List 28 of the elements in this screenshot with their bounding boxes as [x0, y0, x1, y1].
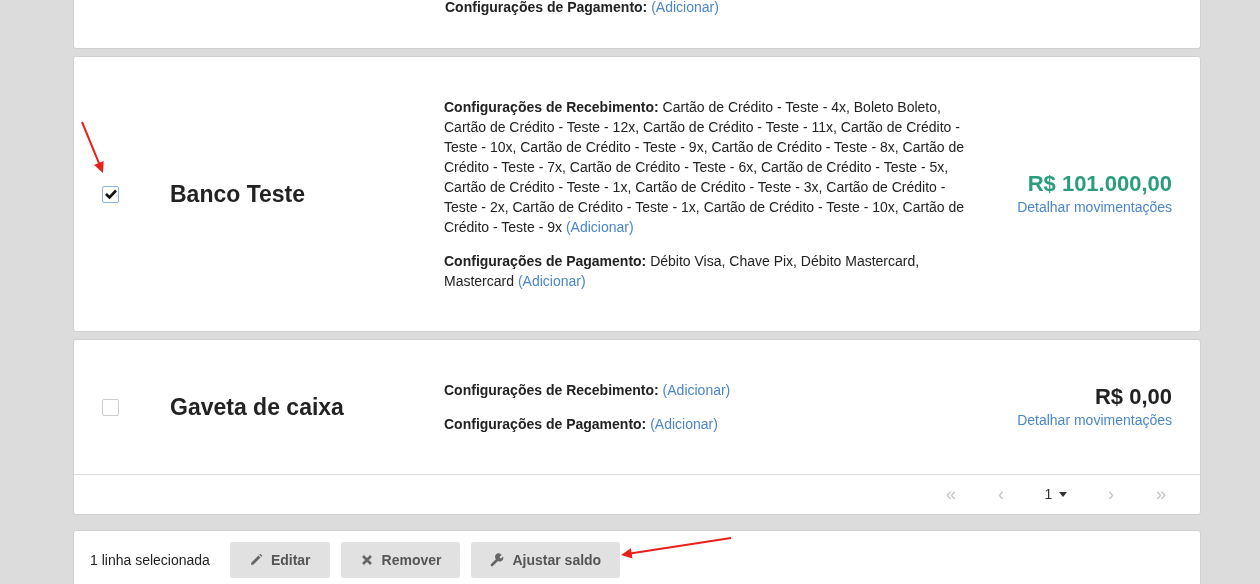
edit-button[interactable]: Editar: [229, 542, 330, 578]
pencil-icon: [248, 553, 263, 567]
caret-icon: [1059, 492, 1068, 497]
balance-amount: R$ 0,00: [1093, 383, 1172, 410]
add-link[interactable]: (Adicionar): [565, 219, 634, 235]
checkbox[interactable]: [102, 185, 119, 203]
selection-count: 1 linha selecionada: [90, 550, 210, 570]
checkbox[interactable]: [102, 398, 119, 416]
settings-text: Configurações de Pagamento: Débito Visa, Chave Pix, Débito Mastercard, Mastercard (Adicionar): [444, 252, 921, 291]
details-link[interactable]: Detalhar movimentações: [1017, 409, 1172, 431]
balance-amount: R$ 101.000,00: [1026, 170, 1172, 197]
settings-text: Configurações de Pagamento: (Adicionar): [444, 415, 719, 434]
payment-settings-text: Configurações de Pagamento: (Adicionar): [445, 0, 720, 15]
settings-text: Configurações de Recebimento: Cartão de Crédito - Teste - 4x, Boleto Boleto, Cartão de Crédito - Teste - 12x, Cartão de Crédito - Teste - 11x, Cartão de Crédito - Teste - 10x, Cartão de Crédito - Teste - 9x, Cartão de Crédito - Teste - 8x, Cartão de Crédito - Teste - 7x, Cartão de Crédito - Teste - 6x, Cartão de Crédito - Teste - 5x, Cartão de Crédito - Teste - 1x, Cartão de Crédito - Teste - 3x, Cartão de Crédito - Teste - 2x, Cartão de Crédito - Teste - 1x, Cartão de Crédito - Teste - 10x, Cartão de Crédito - Teste - 9x (Adicionar): [444, 98, 966, 237]
remove-button[interactable]: Remover: [340, 542, 461, 578]
adjust-balance-button[interactable]: Ajustar saldo: [471, 542, 621, 578]
add-link[interactable]: (Adicionar): [662, 382, 731, 398]
settings-text: Configurações de Recebimento: (Adicionar): [444, 381, 732, 400]
add-link[interactable]: (Adicionar): [517, 273, 586, 289]
add-link[interactable]: (Adicionar): [651, 0, 719, 15]
times-icon: [359, 553, 374, 567]
add-link[interactable]: (Adicionar): [650, 416, 718, 432]
annotation-arrow: [81, 121, 104, 173]
details-link[interactable]: Detalhar movimentações: [1017, 196, 1172, 218]
account-name: Banco Teste: [170, 179, 307, 209]
account-name: Gaveta de caixa: [170, 392, 345, 422]
wrench-icon: [490, 553, 505, 567]
page-select[interactable]: 1: [1026, 483, 1086, 506]
